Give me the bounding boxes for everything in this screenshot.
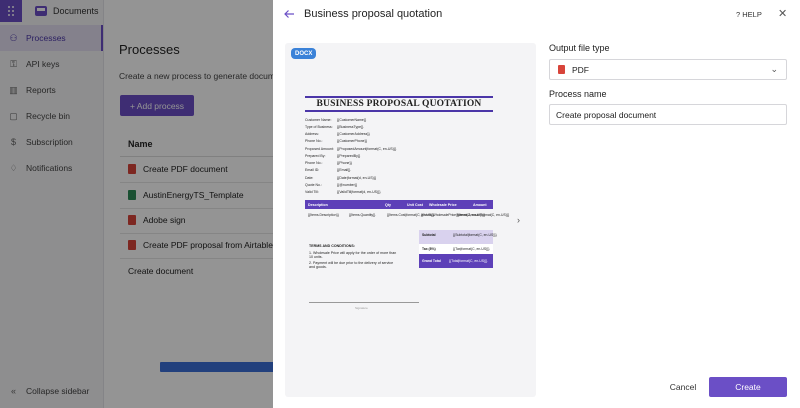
doc-title: BUSINESS PROPOSAL QUOTATION	[316, 99, 482, 109]
doc-field: Date: {{Date|format(d, en-US)}}	[305, 176, 377, 180]
doc-header-bar	[305, 110, 493, 112]
doc-field: Valid Till: {{ValidTill|format(d, en-US)}…	[305, 190, 381, 194]
doc-field: Type of Business: {{BusinessType}}	[305, 125, 364, 129]
doc-field: Email ID: {{Email}}	[305, 168, 351, 172]
pdf-file-icon	[558, 65, 565, 74]
process-name-input[interactable]: Create proposal document	[549, 104, 787, 125]
back-arrow-icon[interactable]	[283, 8, 297, 22]
cancel-button[interactable]: Cancel	[661, 377, 705, 397]
doc-field: Address: {{CustomerAddress}}	[305, 132, 370, 136]
doc-field: Proposed Amount: {{ProposedAmount|format(…	[305, 147, 397, 151]
document-thumbnail: BUSINESS PROPOSAL QUOTATION Customer Nam…	[305, 96, 509, 310]
chevron-down-icon: ⌄	[770, 64, 778, 74]
doc-field: Quote No.: {{@number}}	[305, 183, 358, 187]
doc-table-header: Description Qty Unit Cost Wholesale Pric…	[305, 200, 493, 209]
doc-field: Prepared By: {{PreparedBy}}	[305, 154, 361, 158]
help-button[interactable]: ? HELP	[736, 10, 762, 19]
doc-field: Phone No.: {{CustomerPhone}}	[305, 139, 367, 143]
close-icon[interactable]: ✕	[778, 7, 787, 20]
doc-terms: TERMS AND CONDITIONS: 1. Wholesale Price…	[309, 244, 397, 269]
panel-title: Business proposal quotation	[304, 8, 443, 20]
signature-label: Signature	[355, 306, 368, 310]
create-button[interactable]: Create	[709, 377, 787, 397]
output-file-type-select[interactable]: PDF ⌄	[549, 59, 787, 80]
doc-field: Phone No.: {{Phone}}	[305, 161, 352, 165]
create-process-panel: Business proposal quotation ? HELP ✕ DOC…	[273, 0, 800, 408]
question-icon: ?	[736, 10, 741, 19]
output-file-type-label: Output file type	[549, 43, 610, 53]
select-value: PDF	[572, 64, 589, 75]
chevron-right-icon[interactable]: ›	[517, 215, 520, 225]
doc-summary: Subtotal {{Subtotal|format(C, en-US)}} T…	[419, 230, 497, 268]
help-label: HELP	[742, 10, 762, 19]
signature-line	[309, 302, 419, 303]
file-type-badge: DOCX	[291, 48, 317, 59]
doc-field: Customer Name: {{CustomerName}}	[305, 118, 367, 122]
process-name-label: Process name	[549, 89, 607, 99]
